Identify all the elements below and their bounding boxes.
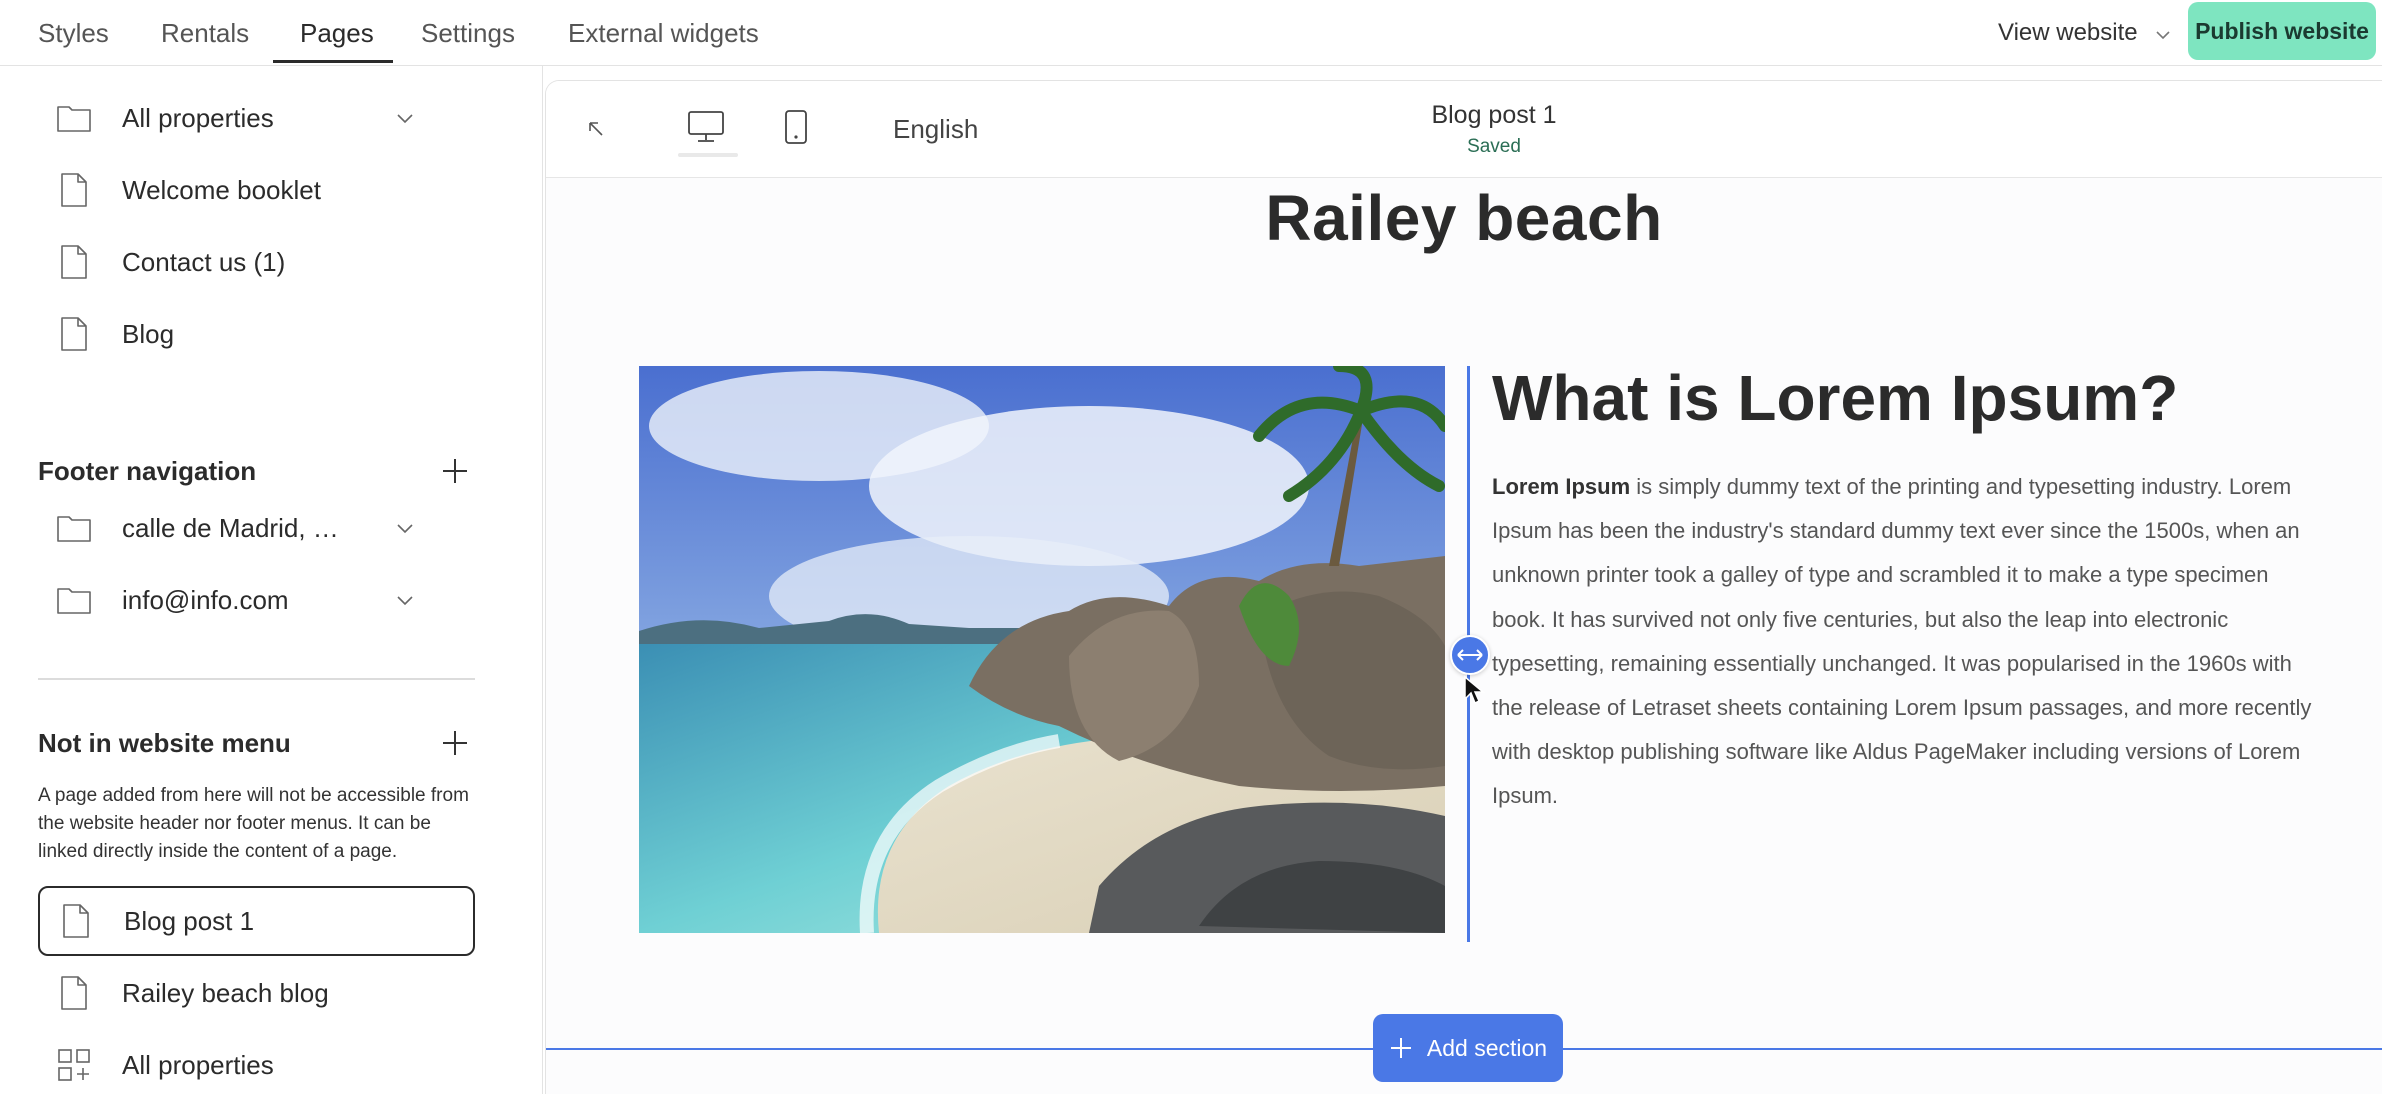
add-section-button[interactable]: Add section [1373, 1014, 1563, 1082]
content-heading[interactable]: What is Lorem Ipsum? [1492, 361, 2178, 435]
sidebar-item-all-properties[interactable]: All properties [38, 88, 475, 148]
not-in-menu-help-text: A page added from here will not be acces… [38, 785, 469, 862]
grid-plus-icon [56, 1045, 92, 1085]
beach-image[interactable] [639, 366, 1445, 933]
content-paragraph[interactable]: Lorem Ipsum is simply dummy text of the … [1492, 465, 2312, 819]
sidebar-item-label: All properties [122, 1049, 274, 1080]
sidebar-item-label: info@info.com [122, 584, 289, 615]
folder-icon [56, 580, 92, 620]
view-website-label: View website [1998, 19, 2138, 46]
sidebar-item-blog[interactable]: Blog [38, 304, 475, 364]
plus-icon [1389, 1036, 1413, 1060]
mouse-cursor-icon [1463, 675, 1486, 705]
sidebar-item-label: Blog [122, 318, 175, 349]
chevron-down-icon[interactable] [393, 588, 417, 612]
sidebar-item-contact-us[interactable]: Contact us (1) [38, 232, 475, 292]
add-section-label: Add section [1426, 1034, 1548, 1061]
sidebar-item-railey-beach-blog[interactable]: Railey beach blog [38, 963, 475, 1023]
sidebar-item-label: Railey beach blog [122, 977, 329, 1008]
sidebar-item-label: Welcome booklet [122, 174, 321, 205]
folder-icon [56, 98, 92, 138]
save-status: Saved [1467, 136, 1521, 157]
active-tab-indicator [273, 60, 393, 63]
tab-external-widgets[interactable]: External widgets [568, 0, 759, 66]
chevron-down-icon[interactable] [393, 106, 417, 130]
view-website-dropdown[interactable]: View website [1998, 0, 2170, 66]
page-heading[interactable]: Railey beach [546, 181, 2382, 255]
pages-sidebar: All properties Welcome booklet Contact u… [0, 66, 543, 1094]
sidebar-item-label: calle de Madrid, … [122, 512, 339, 543]
tab-styles[interactable]: Styles [38, 0, 109, 66]
sidebar-item-blog-post-1[interactable]: Blog post 1 [38, 886, 475, 956]
not-in-menu-heading: Not in website menu [38, 728, 291, 758]
sidebar-item-label: All properties [122, 102, 274, 133]
tab-settings[interactable]: Settings [421, 0, 515, 66]
add-footer-item-button[interactable] [440, 456, 470, 486]
sidebar-item-email[interactable]: info@info.com [38, 570, 475, 630]
sidebar-item-label: Blog post 1 [124, 905, 255, 936]
sidebar-item-address[interactable]: calle de Madrid, … [38, 498, 475, 558]
paragraph-bold-lead: Lorem Ipsum [1492, 474, 1631, 499]
page-icon [56, 242, 92, 282]
page-editor-canvas: English Blog post 1 Saved Railey beach W… [545, 80, 2382, 1094]
sidebar-item-label: Contact us (1) [122, 246, 286, 277]
resize-horizontal-icon[interactable] [1450, 635, 1490, 675]
sidebar-divider [38, 678, 475, 680]
editor-toolbar: English Blog post 1 Saved [546, 81, 2382, 178]
chevron-down-icon [2156, 3, 2170, 69]
sidebar-item-all-properties-widget[interactable]: All properties [38, 1035, 475, 1094]
footer-navigation-heading: Footer navigation [38, 456, 257, 486]
chevron-down-icon[interactable] [393, 516, 417, 540]
paragraph-body: is simply dummy text of the printing and… [1492, 474, 2312, 809]
page-icon [56, 973, 92, 1013]
publish-website-button[interactable]: Publish website [2188, 2, 2376, 60]
document-title: Blog post 1 [1431, 101, 1557, 129]
top-navigation-bar: Styles Rentals Pages Settings External w… [0, 0, 2382, 66]
sidebar-item-welcome-booklet[interactable]: Welcome booklet [38, 160, 475, 220]
tab-rentals[interactable]: Rentals [161, 0, 249, 66]
add-unlisted-page-button[interactable] [440, 728, 470, 758]
page-icon [56, 170, 92, 210]
page-icon [56, 314, 92, 354]
tab-pages[interactable]: Pages [300, 0, 374, 66]
folder-icon [56, 508, 92, 548]
page-icon [58, 901, 94, 941]
